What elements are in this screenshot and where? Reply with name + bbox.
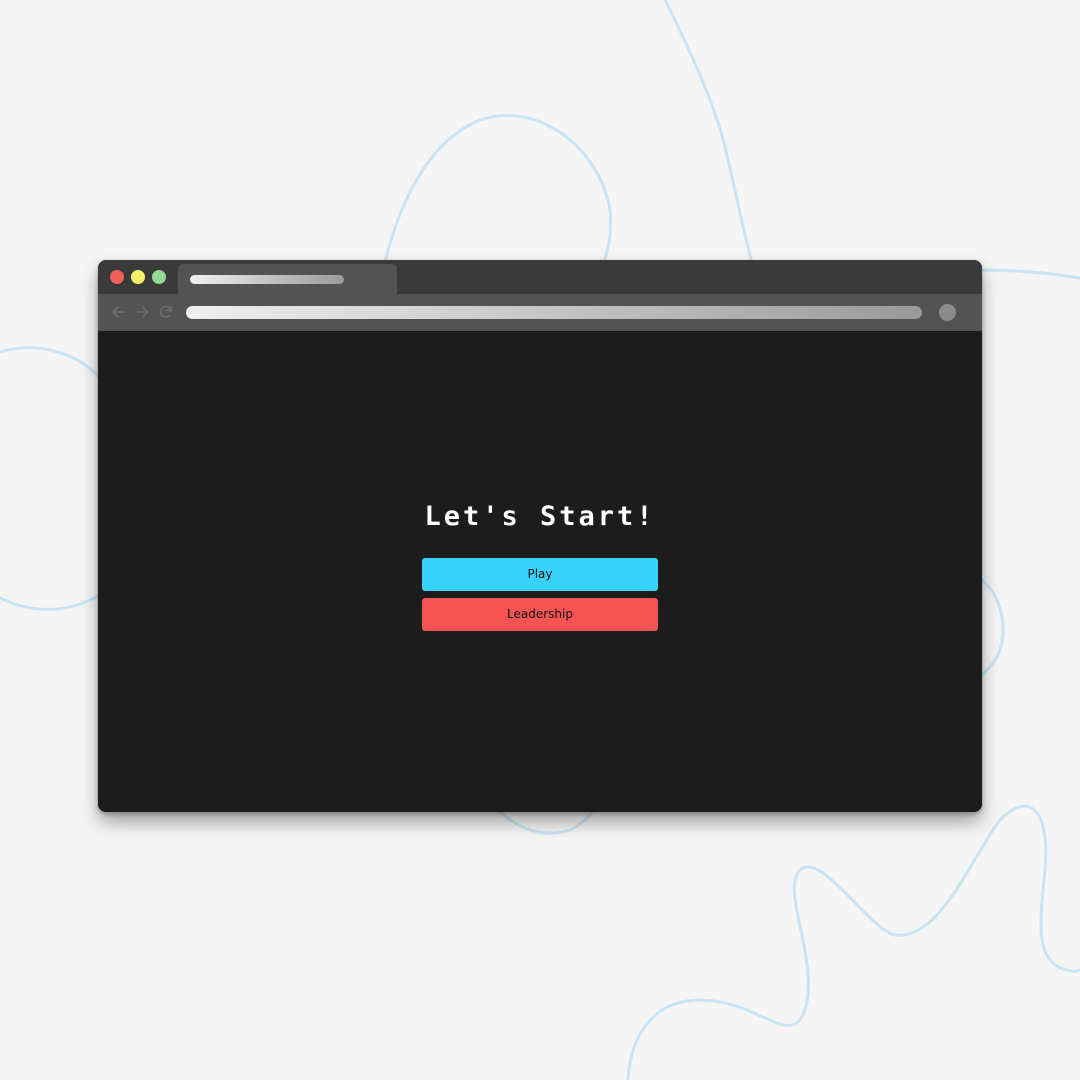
maximize-window-button[interactable]	[152, 270, 166, 284]
decorative-line	[0, 594, 100, 611]
browser-toolbar	[98, 294, 982, 331]
play-button[interactable]: Play	[422, 558, 658, 591]
arrow-left-icon[interactable]	[110, 303, 128, 321]
arrow-right-icon[interactable]	[133, 303, 151, 321]
decorative-line	[980, 578, 1005, 677]
minimize-window-button[interactable]	[131, 270, 145, 284]
canvas: Let's Start! Play Leadership	[0, 0, 1080, 1080]
leadership-button[interactable]: Leadership	[422, 598, 658, 631]
page-viewport: Let's Start! Play Leadership	[98, 331, 982, 812]
page-title: Let's Start!	[424, 501, 656, 532]
decorative-line	[383, 114, 612, 264]
close-window-button[interactable]	[110, 270, 124, 284]
decorative-line	[0, 346, 102, 380]
browser-tab[interactable]	[178, 264, 397, 294]
reload-icon[interactable]	[157, 303, 175, 321]
decorative-line	[663, 0, 757, 272]
decorative-line	[626, 804, 1080, 1080]
decorative-line	[498, 810, 594, 835]
profile-avatar[interactable]	[939, 304, 956, 321]
decorative-line	[980, 268, 1080, 280]
browser-titlebar	[98, 260, 982, 294]
address-bar[interactable]	[186, 306, 922, 319]
browser-window: Let's Start! Play Leadership	[98, 260, 982, 812]
tab-title-placeholder	[190, 275, 344, 284]
